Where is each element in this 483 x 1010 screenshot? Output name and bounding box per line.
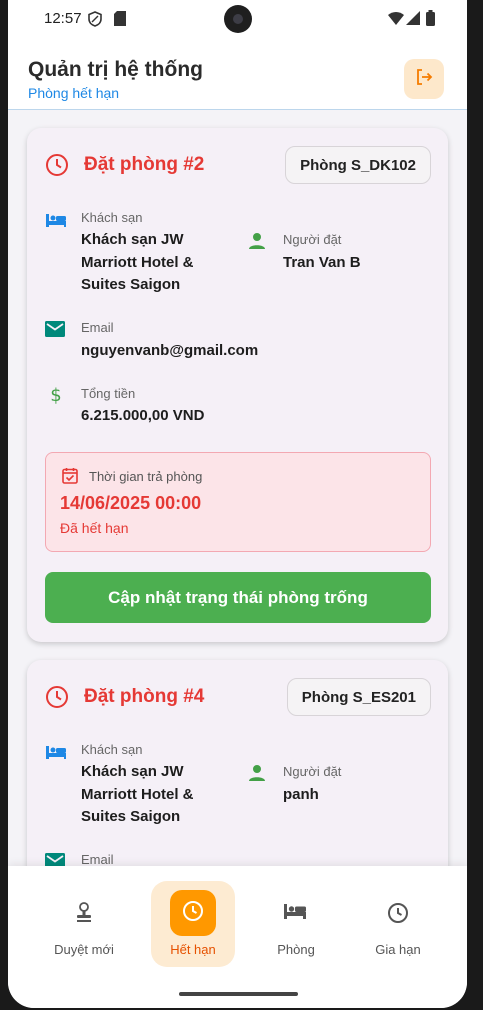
front-camera: [224, 5, 252, 33]
email-label: Email: [81, 852, 114, 867]
nav-label: Gia hạn: [375, 942, 421, 957]
hotel-line: Marriott Hotel &: [81, 786, 194, 803]
logout-icon: [415, 68, 433, 91]
nav-label: Phòng: [277, 942, 315, 957]
booking-title: Đặt phòng #2: [84, 154, 205, 175]
booking-list[interactable]: Đặt phòng #2 Phòng S_DK102 Khách sạn Khá…: [8, 110, 467, 868]
hotel-bed-icon: [45, 212, 67, 233]
booking-title: Đặt phòng #4: [84, 686, 205, 707]
room-badge: Phòng S_DK102: [285, 146, 431, 184]
sim-card-icon: [114, 11, 126, 31]
hotel-bed-icon: [45, 744, 67, 765]
nav-item-phong[interactable]: Phòng: [250, 866, 342, 966]
hotel-label: Khách sạn: [81, 210, 143, 225]
hotel-line: Marriott Hotel &: [81, 254, 194, 271]
home-indicator[interactable]: [179, 992, 298, 996]
email-label: Email: [81, 320, 114, 335]
clock-icon: [45, 153, 69, 182]
nav-item-gia-han[interactable]: Gia hạn: [352, 866, 444, 966]
nav-label: Hết hạn: [170, 942, 216, 957]
stamp-icon: [74, 902, 94, 927]
signal-icon: [406, 11, 420, 30]
status-time: 12:57: [44, 10, 82, 27]
person-icon: [248, 232, 266, 255]
page-title: Quản trị hệ thống: [28, 58, 203, 81]
phone-screen: 12:57 Quản trị hệ thống Phòng hết hạn Đặ…: [8, 0, 467, 1008]
nav-label: Duyệt mới: [54, 942, 114, 957]
checkout-expired-box: Thời gian trả phòng 14/06/2025 00:00 Đã …: [45, 452, 431, 552]
wifi-icon: [388, 11, 404, 30]
email-icon: [45, 321, 65, 342]
total-value: 6.215.000,00 VND: [81, 407, 205, 424]
logout-button[interactable]: [404, 59, 444, 99]
hotel-line: Khách sạn JW: [81, 763, 184, 780]
checkout-label: Thời gian trả phòng: [89, 469, 203, 484]
booking-card: Đặt phòng #4 Phòng S_ES201 Khách sạn Khá…: [27, 660, 448, 868]
room-badge: Phòng S_ES201: [286, 678, 431, 716]
battery-icon: [426, 10, 435, 31]
person-icon: [248, 764, 266, 787]
hotel-line: Suites Saigon: [81, 808, 181, 825]
shield-icon: [88, 11, 102, 32]
clock-icon: [387, 902, 409, 929]
email-value: nguyenvanb@gmail.com: [81, 342, 259, 359]
calendar-check-icon: [62, 467, 78, 489]
total-label: Tổng tiền: [81, 386, 136, 401]
bottom-navigation: Duyệt mới Hết hạn Phòng Gia hạn: [8, 866, 467, 1008]
checkout-date: 14/06/2025 00:00: [60, 493, 202, 513]
hotel-label: Khách sạn: [81, 742, 143, 757]
bed-icon: [283, 902, 307, 925]
expired-status: Đã hết hạn: [60, 520, 129, 536]
nav-item-het-han[interactable]: Hết hạn: [147, 866, 239, 966]
svg-text:$: $: [50, 385, 61, 404]
hotel-line: Khách sạn JW: [81, 231, 184, 248]
page-subtitle: Phòng hết hạn: [28, 85, 120, 101]
status-bar: 12:57: [8, 0, 467, 40]
guest-label: Người đặt: [283, 764, 342, 779]
app-header: Quản trị hệ thống Phòng hết hạn: [8, 40, 467, 110]
booking-card: Đặt phòng #2 Phòng S_DK102 Khách sạn Khá…: [27, 128, 448, 642]
guest-name: Tran Van B: [283, 254, 361, 271]
update-room-status-button[interactable]: Cập nhật trạng thái phòng trống: [45, 572, 431, 623]
guest-label: Người đặt: [283, 232, 342, 247]
hotel-line: Suites Saigon: [81, 276, 181, 293]
dollar-icon: $: [49, 384, 63, 409]
guest-name: panh: [283, 786, 319, 803]
clock-icon: [45, 685, 69, 714]
nav-item-duyet-moi[interactable]: Duyệt mới: [38, 866, 130, 966]
